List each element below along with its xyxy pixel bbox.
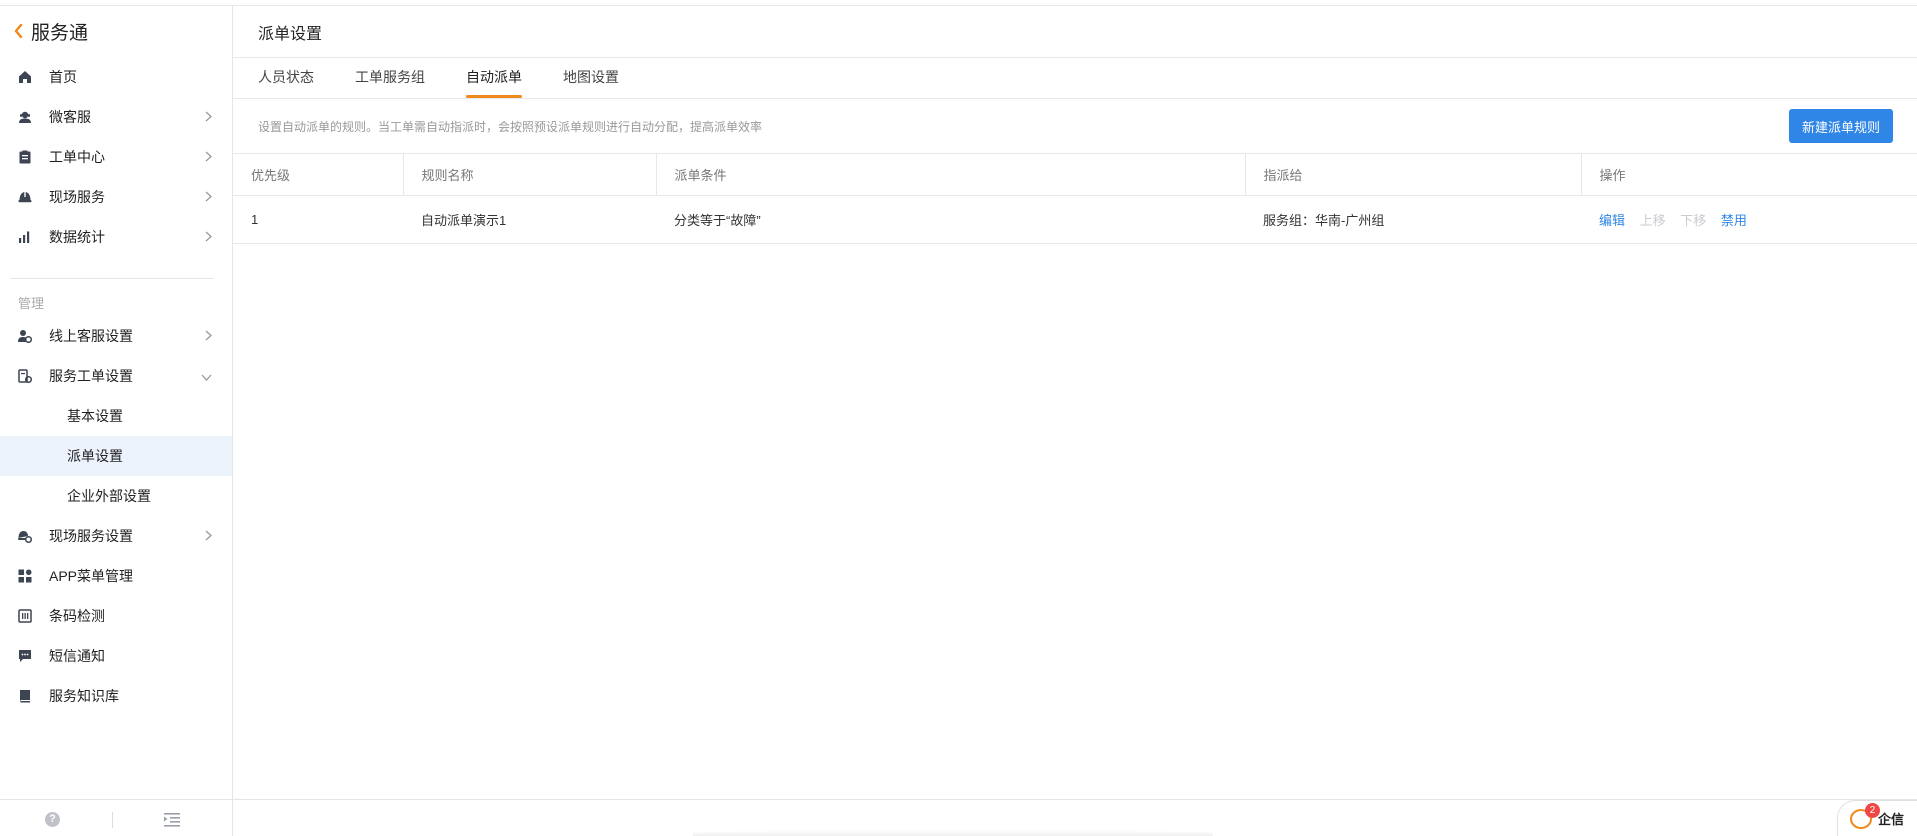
sidebar-item-knowledge-base[interactable]: 服务知识库: [0, 676, 232, 716]
helmet-icon: [18, 190, 32, 204]
edit-link[interactable]: 编辑: [1599, 213, 1625, 228]
main-content: 派单设置 人员状态 工单服务组 自动派单 地图设置 设置自动派单的规则。当工单需…: [233, 6, 1917, 836]
new-dispatch-rule-button[interactable]: 新建派单规则: [1788, 109, 1893, 143]
chevron-down-icon: [201, 368, 212, 384]
ticket-gear-icon: [18, 369, 32, 383]
move-down-link[interactable]: 下移: [1680, 213, 1706, 228]
sidebar-item-field-service[interactable]: 现场服务: [0, 177, 232, 217]
chevron-right-icon: [205, 229, 212, 245]
sidebar-item-ticket-center[interactable]: 工单中心: [0, 137, 232, 177]
sidebar-item-label: 企业外部设置: [67, 488, 151, 504]
sidebar-item-label: 短信通知: [49, 648, 105, 664]
sidebar-footer: ?: [0, 799, 232, 836]
disable-link[interactable]: 禁用: [1721, 213, 1747, 228]
page-title: 派单设置: [233, 6, 1917, 58]
sidebar-item-label: 条码检测: [49, 608, 105, 624]
bottom-shadow: [693, 830, 1213, 836]
chevron-right-icon: [205, 109, 212, 125]
move-up-link[interactable]: 上移: [1640, 213, 1666, 228]
sidebar-item-label: 工单中心: [49, 149, 105, 165]
toolbar: 设置自动派单的规则。当工单需自动指派时，会按照预设派单规则进行自动分配，提高派单…: [233, 99, 1917, 154]
column-header-rule-name: 规则名称: [403, 154, 657, 196]
bar-chart-icon: [18, 230, 32, 244]
chevron-right-icon: [205, 328, 212, 344]
column-header-priority: 优先级: [233, 154, 404, 196]
help-icon[interactable]: ?: [45, 812, 60, 827]
book-icon: [18, 689, 32, 703]
column-header-condition: 派单条件: [656, 154, 1246, 196]
app-title: 服务通: [31, 23, 89, 44]
sidebar-item-ticket-settings[interactable]: 服务工单设置: [0, 356, 232, 396]
footer-separator: [112, 812, 113, 828]
sidebar-item-label: 微客服: [49, 109, 91, 125]
section-label-manage: 管理: [18, 296, 45, 311]
clipboard-icon: [18, 150, 32, 164]
sidebar-item-field-service-settings[interactable]: 现场服务设置: [0, 516, 232, 556]
sidebar: 服务通 首页 微客服 工单中心 现场服务 数据统计 管理 线上客服设置 服务工单…: [0, 6, 233, 836]
sidebar-item-label: 派单设置: [67, 448, 123, 464]
cell-priority: 1: [233, 195, 403, 244]
sidebar-item-app-menu[interactable]: APP菜单管理: [0, 556, 232, 596]
dispatch-rules-table: 优先级 规则名称 派单条件 指派给 操作 1 自动派单演示1 分类等于“故障” …: [233, 154, 1917, 244]
collapse-menu-icon[interactable]: [164, 813, 180, 832]
sidebar-item-label: 数据统计: [49, 229, 105, 245]
cell-actions: 编辑 上移 下移 禁用: [1581, 195, 1917, 244]
home-icon: [18, 70, 32, 84]
tab-bar: 人员状态 工单服务组 自动派单 地图设置: [233, 58, 1917, 99]
sidebar-item-barcode[interactable]: 条码检测: [0, 596, 232, 636]
tab-map-settings[interactable]: 地图设置: [563, 57, 619, 98]
bottom-bar: 2 企信: [233, 799, 1917, 836]
sidebar-item-basic-settings[interactable]: 基本设置: [0, 396, 232, 436]
app-grid-icon: [18, 569, 32, 583]
sidebar-item-label: APP菜单管理: [49, 568, 134, 584]
sidebar-item-online-cs-settings[interactable]: 线上客服设置: [0, 316, 232, 356]
helmet-gear-icon: [18, 529, 32, 543]
cell-assignee: 服务组：华南-广州组: [1245, 195, 1581, 244]
chevron-right-icon: [205, 528, 212, 544]
tab-staff-status[interactable]: 人员状态: [258, 57, 314, 98]
sidebar-item-micro-service[interactable]: 微客服: [0, 97, 232, 137]
tab-service-group[interactable]: 工单服务组: [355, 57, 425, 98]
cell-condition: 分类等于“故障”: [656, 195, 1245, 244]
chevron-right-icon: [205, 189, 212, 205]
chat-bubble-icon: 2: [1850, 802, 1880, 829]
sidebar-item-dispatch-settings[interactable]: 派单设置: [0, 436, 232, 476]
sidebar-item-label: 服务知识库: [49, 688, 119, 704]
cell-rule-name: 自动派单演示1: [403, 195, 656, 244]
chevron-right-icon: [205, 149, 212, 165]
sidebar-item-label: 基本设置: [67, 408, 123, 424]
table-header-row: 优先级 规则名称 派单条件 指派给 操作: [233, 154, 1917, 196]
sidebar-item-label: 线上客服设置: [49, 328, 133, 344]
barcode-icon: [18, 609, 32, 623]
sidebar-item-label: 现场服务设置: [49, 528, 133, 544]
sidebar-item-statistics[interactable]: 数据统计: [0, 217, 232, 257]
sidebar-item-sms[interactable]: 短信通知: [0, 636, 232, 676]
sidebar-item-label: 现场服务: [49, 189, 105, 205]
customer-service-icon: [18, 110, 32, 124]
qixin-label: 企信: [1878, 812, 1905, 827]
column-header-assignee: 指派给: [1245, 154, 1582, 196]
sidebar-item-label: 服务工单设置: [49, 368, 133, 384]
back-chevron-icon[interactable]: [14, 23, 23, 41]
sidebar-divider: [10, 278, 214, 279]
qixin-widget[interactable]: 2 企信: [1837, 800, 1917, 836]
brand: 服务通: [0, 6, 232, 57]
column-header-actions: 操作: [1581, 154, 1917, 196]
sidebar-item-home[interactable]: 首页: [0, 57, 232, 97]
sidebar-item-label: 首页: [49, 69, 77, 85]
sidebar-item-external-settings[interactable]: 企业外部设置: [0, 476, 232, 516]
hint-text: 设置自动派单的规则。当工单需自动指派时，会按照预设派单规则进行自动分配，提高派单…: [258, 119, 763, 134]
message-icon: [18, 649, 32, 663]
table-row: 1 自动派单演示1 分类等于“故障” 服务组：华南-广州组 编辑 上移 下移 禁…: [233, 195, 1917, 244]
tab-auto-dispatch[interactable]: 自动派单: [466, 57, 522, 98]
person-gear-icon: [18, 329, 32, 343]
unread-badge: 2: [1865, 802, 1880, 818]
